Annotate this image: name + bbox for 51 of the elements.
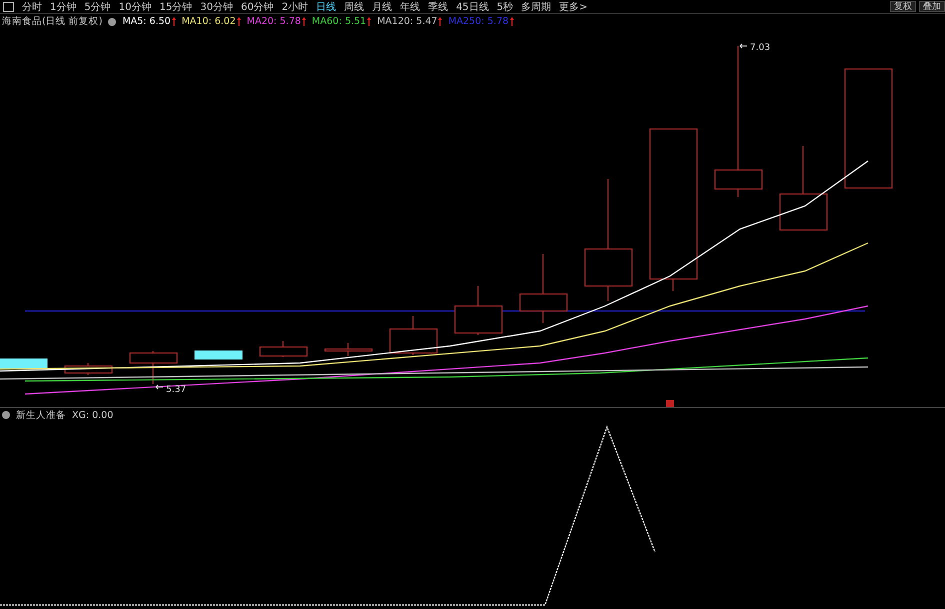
pointer-arrow-icon [156,384,164,390]
period-tab[interactable]: 1分钟 [46,0,80,14]
menu-icon[interactable] [3,2,14,12]
pointer-arrow-icon [740,44,748,48]
toolbar-button[interactable]: 叠加 [919,1,945,12]
period-tab[interactable]: 多周期 [517,0,556,14]
period-tab[interactable]: 年线 [396,0,424,14]
candlestick [64,362,112,376]
low-price-label: 5.37 [166,385,186,395]
ma-value: MA5: 6.50 [122,16,171,27]
indicator-value: XG: 0.00 [72,410,114,420]
chart-title: 海南食品(日线 前复权) [2,15,102,28]
candlestick [390,316,438,356]
ma-value: MA60: 5.51 [312,16,366,27]
ma-value: MA10: 6.02 [182,16,236,27]
signal-icon [666,400,674,407]
period-tab[interactable]: 分时 [18,0,46,14]
candlestick [0,358,48,368]
period-tab[interactable]: 2小时 [278,0,312,14]
candlestick [520,254,568,324]
period-tab[interactable]: 15分钟 [155,0,196,14]
period-tab[interactable]: 30分钟 [196,0,237,14]
period-tab[interactable]: 5秒 [492,0,518,14]
period-tab[interactable]: 5分钟 [80,0,115,14]
candlestick [260,340,308,358]
settings-icon[interactable] [108,18,116,26]
candlestick [130,350,178,384]
up-arrow-icon [302,17,306,26]
indicator-title: 新生人准备 [16,408,66,422]
period-tab[interactable]: 周线 [340,0,368,14]
period-tab[interactable]: 更多> [555,0,592,14]
settings-icon[interactable] [2,411,10,419]
high-price-label: 7.03 [750,43,770,53]
candlestick [324,342,372,356]
period-tab[interactable]: 60分钟 [236,0,278,14]
ma-value: MA250: 5.78 [448,16,509,27]
up-arrow-icon [367,17,372,26]
up-arrow-icon [172,17,176,26]
up-arrow-icon [510,17,514,26]
period-tab[interactable]: 月线 [368,0,396,14]
period-tab[interactable]: 日线 [312,0,340,14]
toolbar-button[interactable]: 复权 [890,1,916,12]
candlestick [454,286,502,336]
candlestick [194,350,242,360]
ma-value: MA20: 5.78 [246,16,301,27]
period-tab[interactable]: 45日线 [452,0,493,14]
up-arrow-icon [236,17,241,26]
ma-value: MA120: 5.47 [377,16,438,27]
up-arrow-icon [438,17,442,26]
period-tab[interactable]: 季线 [424,0,452,14]
period-tab[interactable]: 10分钟 [114,0,156,14]
